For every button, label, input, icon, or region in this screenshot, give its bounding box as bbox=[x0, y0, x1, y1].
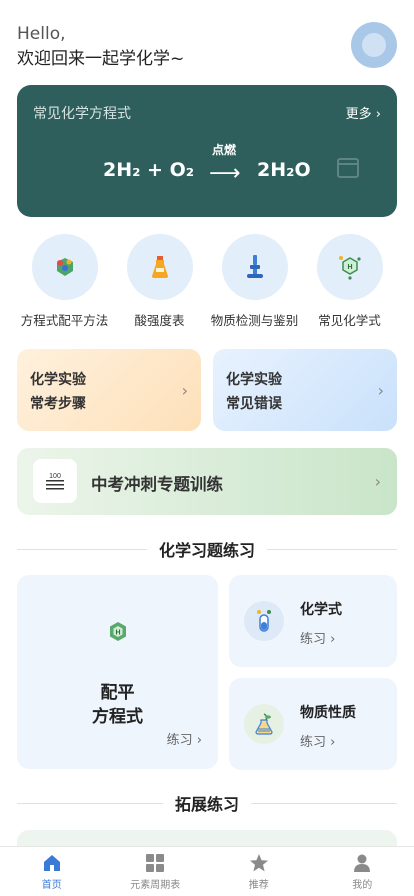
practice-card-balancing[interactable]: H 配平 方程式 练习 › bbox=[17, 575, 218, 769]
tab-home[interactable]: 首页 bbox=[0, 847, 104, 896]
molecule-shield-icon bbox=[56, 258, 73, 276]
reaction-arrow: ⟶ bbox=[209, 161, 241, 186]
practice-section-header: 化学习题练习 bbox=[17, 538, 398, 560]
equation-card[interactable]: 常见化学方程式 更多 › 点燃 2H₂ + O₂ ⟶ 2H₂O bbox=[17, 85, 397, 217]
tab-recommend[interactable]: 推荐 bbox=[207, 847, 311, 896]
sprint-training-banner[interactable]: 100 中考冲刺专题训练 › bbox=[17, 448, 397, 515]
practice-card-properties[interactable]: 物质性质 练习 › bbox=[229, 678, 397, 770]
tip-card-subtitle: 常见错误 bbox=[226, 396, 282, 412]
tip-card-title: 化学实验 bbox=[226, 372, 282, 388]
quick-entry-acid-table[interactable]: 酸强度表 bbox=[112, 234, 207, 330]
divider bbox=[267, 548, 398, 550]
microscope-icon bbox=[246, 255, 263, 278]
tab-label: 我的 bbox=[352, 880, 373, 891]
equation-card-title: 常见化学方程式 bbox=[33, 106, 131, 122]
quick-entry-icon-bg bbox=[31, 234, 98, 300]
tip-card-exam-steps[interactable]: 化学实验 常考步骤 › bbox=[17, 349, 201, 431]
hexagon-h-icon: H bbox=[338, 256, 361, 280]
tab-label: 首页 bbox=[41, 880, 62, 891]
tab-label: 推荐 bbox=[248, 880, 269, 891]
practice-card-title: 配平 方程式 bbox=[17, 681, 218, 729]
quick-entry-icon-bg bbox=[221, 234, 288, 300]
equation-reactants: 2H₂ + O₂ bbox=[103, 159, 195, 181]
practice-card-title-line2: 方程式 bbox=[92, 707, 143, 727]
flask-plant-icon bbox=[244, 704, 284, 744]
chevron-right-icon: › bbox=[374, 472, 381, 491]
practice-card-title: 物质性质 bbox=[300, 705, 356, 721]
score-100-icon: 100 bbox=[33, 459, 77, 503]
section-title: 化学习题练习 bbox=[159, 541, 256, 560]
practice-link[interactable]: 练习 › bbox=[300, 731, 335, 750]
user-icon bbox=[354, 854, 371, 872]
divider bbox=[251, 802, 398, 804]
tip-card-common-errors[interactable]: 化学实验 常见错误 › bbox=[213, 349, 397, 431]
quick-entries: 方程式配平方法 酸强度表 物质检测与鉴别 H 常见化学式 bbox=[17, 234, 397, 330]
chevron-right-icon: › bbox=[377, 381, 384, 400]
quick-entry-balancing[interactable]: 方程式配平方法 bbox=[17, 234, 112, 330]
section-title: 拓展练习 bbox=[175, 795, 240, 814]
flask-icon bbox=[151, 256, 168, 278]
quick-entry-formulas[interactable]: H 常见化学式 bbox=[302, 234, 397, 330]
test-tube-icon bbox=[244, 601, 284, 641]
quick-entry-icon-bg: H bbox=[316, 234, 383, 300]
grid-icon bbox=[146, 854, 165, 872]
extension-section-header: 拓展练习 bbox=[17, 792, 398, 814]
quick-entry-label: 酸强度表 bbox=[134, 313, 185, 328]
practice-link[interactable]: 练习 › bbox=[300, 628, 335, 647]
tip-card-title: 化学实验 bbox=[30, 372, 86, 388]
svg-text:H: H bbox=[115, 630, 120, 637]
reaction-condition: 点燃 bbox=[212, 143, 237, 157]
star-icon bbox=[249, 854, 268, 872]
divider bbox=[17, 548, 147, 550]
more-link[interactable]: 更多 › bbox=[346, 103, 381, 122]
divider bbox=[17, 802, 163, 804]
header: Hello, 欢迎回来一起学化学~ bbox=[17, 22, 397, 78]
avatar[interactable] bbox=[351, 22, 397, 68]
quick-entry-label: 常见化学式 bbox=[318, 313, 381, 328]
chevron-right-icon: › bbox=[181, 381, 188, 400]
score-badge-text: 100 bbox=[49, 473, 61, 480]
quick-entry-label: 物质检测与鉴别 bbox=[210, 313, 299, 328]
tab-mine[interactable]: 我的 bbox=[311, 847, 414, 896]
practice-card-title-line1: 配平 bbox=[100, 683, 135, 703]
practice-card-formula[interactable]: 化学式 练习 › bbox=[229, 575, 397, 667]
equation-products: 2H₂O bbox=[257, 159, 311, 181]
greeting: Hello, bbox=[17, 24, 66, 44]
welcome-text: 欢迎回来一起学化学~ bbox=[17, 49, 185, 69]
hexagon-h-icon: H bbox=[105, 619, 131, 649]
box-icon[interactable] bbox=[337, 158, 359, 178]
bottom-tab-bar: 首页 元素周期表 推荐 我的 bbox=[0, 846, 414, 896]
sprint-title: 中考冲刺专题训练 bbox=[91, 475, 223, 494]
tab-label: 元素周期表 bbox=[130, 880, 181, 891]
quick-entry-icon-bg bbox=[126, 234, 193, 300]
quick-entry-detection[interactable]: 物质检测与鉴别 bbox=[207, 234, 302, 330]
practice-card-title: 化学式 bbox=[300, 602, 342, 618]
tip-card-subtitle: 常考步骤 bbox=[30, 396, 86, 412]
quick-entry-label: 方程式配平方法 bbox=[20, 313, 109, 328]
avatar-image bbox=[362, 33, 386, 57]
practice-link[interactable]: 练习 › bbox=[167, 729, 202, 748]
home-icon bbox=[43, 855, 60, 871]
svg-text:H: H bbox=[347, 264, 352, 271]
tab-periodic-table[interactable]: 元素周期表 bbox=[104, 847, 208, 896]
